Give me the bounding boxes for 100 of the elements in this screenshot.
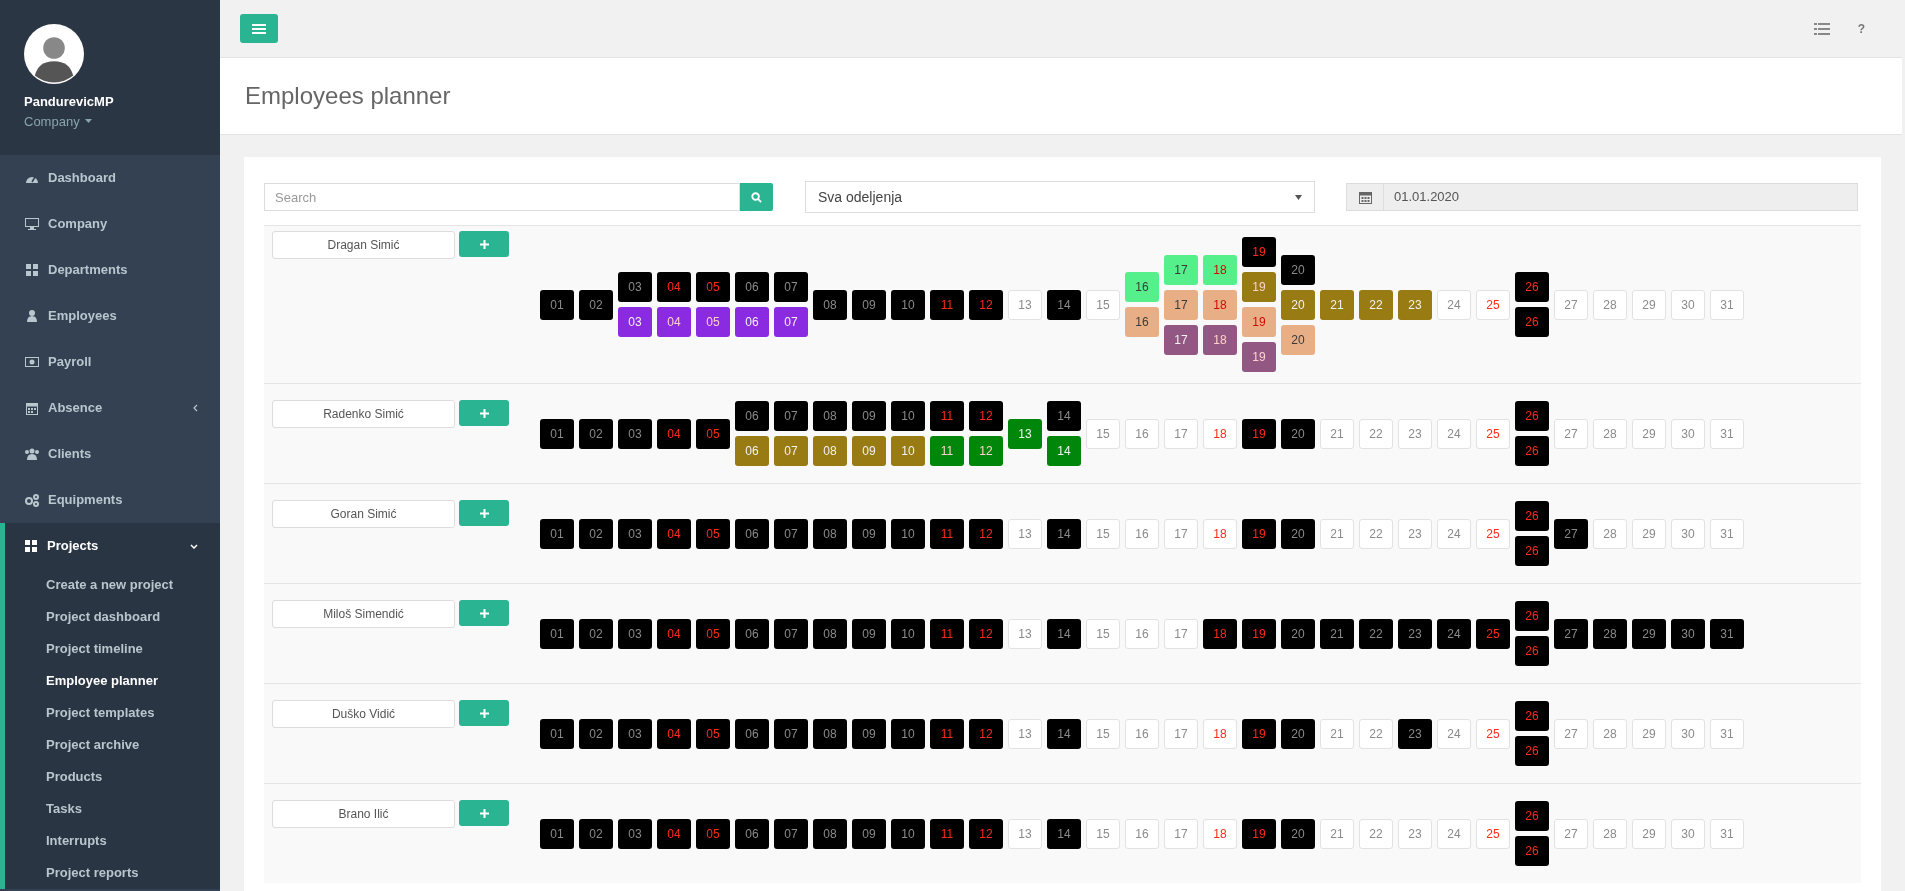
day-cell[interactable]: 10 [891, 618, 925, 649]
day-cell[interactable]: 30 [1671, 418, 1705, 449]
employee-name-field[interactable]: Brano Ilić [272, 800, 455, 828]
day-cell[interactable]: 18 [1203, 254, 1237, 285]
day-cell[interactable]: 13 [1008, 618, 1042, 649]
day-cell[interactable]: 15 [1086, 289, 1120, 320]
day-cell[interactable]: 01 [540, 718, 574, 749]
day-cell[interactable]: 02 [579, 289, 613, 320]
day-cell[interactable]: 16 [1125, 307, 1159, 337]
day-cell[interactable]: 11 [930, 289, 964, 320]
day-cell[interactable]: 24 [1437, 618, 1471, 649]
date-field[interactable]: 01.01.2020 [1384, 183, 1858, 211]
employee-name-field[interactable]: Goran Simić [272, 500, 455, 528]
add-button[interactable] [459, 800, 509, 826]
day-cell[interactable]: 10 [891, 818, 925, 849]
day-cell[interactable]: 19 [1242, 272, 1276, 302]
day-cell[interactable]: 27 [1554, 518, 1588, 549]
day-cell[interactable]: 31 [1710, 718, 1744, 749]
day-cell[interactable]: 04 [657, 818, 691, 849]
day-cell[interactable]: 01 [540, 818, 574, 849]
day-cell[interactable]: 29 [1632, 289, 1666, 320]
day-cell[interactable]: 20 [1281, 254, 1315, 285]
day-cell[interactable]: 06 [735, 272, 769, 302]
day-cell[interactable]: 18 [1203, 518, 1237, 549]
day-cell[interactable]: 16 [1125, 818, 1159, 849]
day-cell[interactable]: 06 [735, 718, 769, 749]
day-cell[interactable]: 15 [1086, 818, 1120, 849]
sidebar-item[interactable]: Payroll [0, 339, 220, 385]
day-cell[interactable]: 03 [618, 418, 652, 449]
day-cell[interactable]: 29 [1632, 618, 1666, 649]
day-cell[interactable]: 17 [1164, 254, 1198, 285]
day-cell[interactable]: 14 [1047, 401, 1081, 431]
day-cell[interactable]: 04 [657, 718, 691, 749]
add-button[interactable] [459, 600, 509, 626]
day-cell[interactable]: 04 [657, 418, 691, 449]
day-cell[interactable]: 12 [969, 818, 1003, 849]
submenu-item[interactable]: Project reports [5, 857, 220, 889]
day-cell[interactable]: 17 [1164, 418, 1198, 449]
sidebar-item[interactable]: Company [0, 201, 220, 247]
day-cell[interactable]: 25 [1476, 818, 1510, 849]
day-cell[interactable]: 19 [1242, 618, 1276, 649]
day-cell[interactable]: 17 [1164, 718, 1198, 749]
day-cell[interactable]: 17 [1164, 324, 1198, 355]
day-cell[interactable]: 09 [852, 436, 886, 466]
day-cell[interactable]: 13 [1008, 518, 1042, 549]
day-cell[interactable]: 11 [930, 818, 964, 849]
day-cell[interactable]: 08 [813, 401, 847, 431]
submenu-item[interactable]: Employee planner [5, 665, 220, 697]
day-cell[interactable]: 11 [930, 618, 964, 649]
day-cell[interactable]: 15 [1086, 418, 1120, 449]
day-cell[interactable]: 28 [1593, 518, 1627, 549]
day-cell[interactable]: 08 [813, 618, 847, 649]
day-cell[interactable]: 27 [1554, 418, 1588, 449]
day-cell[interactable]: 10 [891, 718, 925, 749]
day-cell[interactable]: 01 [540, 418, 574, 449]
day-cell[interactable]: 22 [1359, 289, 1393, 320]
day-cell[interactable]: 30 [1671, 718, 1705, 749]
day-cell[interactable]: 04 [657, 618, 691, 649]
sidebar-item[interactable]: Absence [0, 385, 220, 431]
day-cell[interactable]: 14 [1047, 718, 1081, 749]
day-cell[interactable]: 12 [969, 718, 1003, 749]
day-cell[interactable]: 09 [852, 289, 886, 320]
day-cell[interactable]: 19 [1242, 342, 1276, 372]
day-cell[interactable]: 19 [1242, 237, 1276, 267]
day-cell[interactable]: 01 [540, 618, 574, 649]
day-cell[interactable]: 02 [579, 718, 613, 749]
list-icon[interactable] [1813, 22, 1830, 35]
day-cell[interactable]: 18 [1203, 718, 1237, 749]
day-cell[interactable]: 20 [1281, 418, 1315, 449]
day-cell[interactable]: 11 [930, 518, 964, 549]
day-cell[interactable]: 01 [540, 289, 574, 320]
day-cell[interactable]: 19 [1242, 818, 1276, 849]
submenu-item[interactable]: Interrupts [5, 825, 220, 857]
day-cell[interactable]: 14 [1047, 618, 1081, 649]
day-cell[interactable]: 28 [1593, 718, 1627, 749]
day-cell[interactable]: 07 [774, 272, 808, 302]
day-cell[interactable]: 25 [1476, 618, 1510, 649]
day-cell[interactable]: 14 [1047, 289, 1081, 320]
day-cell[interactable]: 05 [696, 818, 730, 849]
add-button[interactable] [459, 700, 509, 726]
day-cell[interactable]: 30 [1671, 518, 1705, 549]
sidebar-item[interactable]: Dashboard [0, 155, 220, 201]
day-cell[interactable]: 25 [1476, 418, 1510, 449]
day-cell[interactable]: 07 [774, 307, 808, 337]
day-cell[interactable]: 19 [1242, 518, 1276, 549]
day-cell[interactable]: 26 [1515, 601, 1549, 631]
day-cell[interactable]: 07 [774, 618, 808, 649]
day-cell[interactable]: 23 [1398, 418, 1432, 449]
day-cell[interactable]: 12 [969, 436, 1003, 466]
day-cell[interactable]: 09 [852, 401, 886, 431]
day-cell[interactable]: 07 [774, 518, 808, 549]
day-cell[interactable]: 06 [735, 618, 769, 649]
day-cell[interactable]: 06 [735, 436, 769, 466]
day-cell[interactable]: 10 [891, 289, 925, 320]
day-cell[interactable]: 29 [1632, 518, 1666, 549]
day-cell[interactable]: 18 [1203, 418, 1237, 449]
day-cell[interactable]: 26 [1515, 736, 1549, 766]
day-cell[interactable]: 18 [1203, 618, 1237, 649]
day-cell[interactable]: 28 [1593, 818, 1627, 849]
day-cell[interactable]: 29 [1632, 818, 1666, 849]
